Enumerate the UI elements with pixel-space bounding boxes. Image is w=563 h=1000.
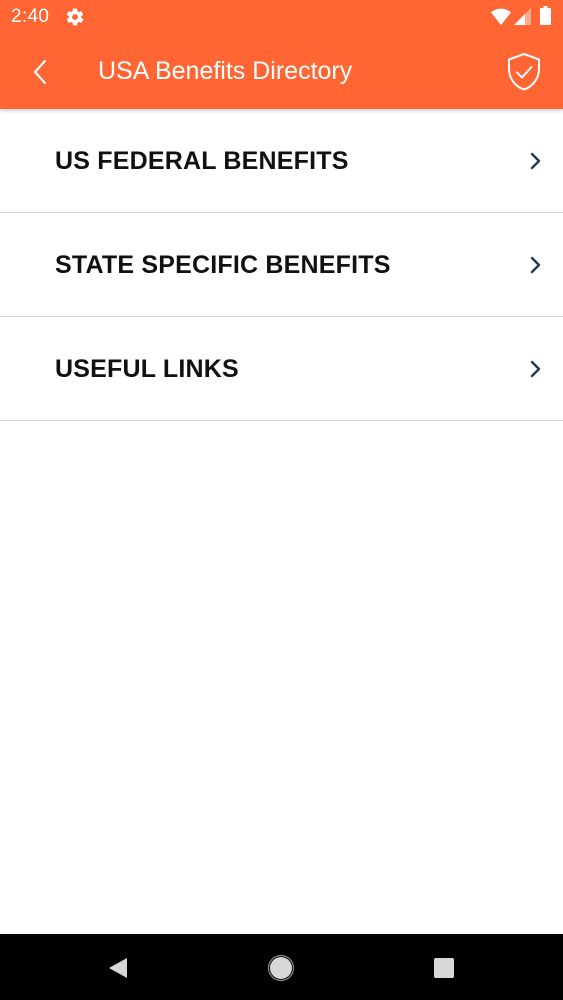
battery-icon — [540, 6, 551, 25]
gear-icon — [66, 8, 84, 26]
chevron-right-icon — [530, 256, 541, 274]
chevron-right-icon — [530, 152, 541, 170]
chevron-right-icon — [530, 360, 541, 378]
back-button[interactable] — [22, 51, 58, 91]
wifi-icon — [491, 8, 511, 25]
menu-item-us-federal-benefits[interactable]: US FEDERAL BENEFITS — [0, 109, 563, 213]
shield-button[interactable] — [503, 50, 545, 92]
menu-item-label: US FEDERAL BENEFITS — [55, 147, 349, 175]
menu-item-useful-links[interactable]: USEFUL LINKS — [0, 317, 563, 421]
menu-item-state-specific-benefits[interactable]: STATE SPECIFIC BENEFITS — [0, 213, 563, 317]
menu-list: US FEDERAL BENEFITS STATE SPECIFIC BENEF… — [0, 109, 563, 421]
shield-check-icon — [508, 52, 540, 91]
cell-signal-icon — [514, 8, 531, 25]
chevron-left-icon — [33, 59, 47, 85]
page-title: USA Benefits Directory — [98, 57, 353, 85]
system-nav-bar — [0, 934, 563, 1000]
nav-back-icon[interactable] — [105, 955, 131, 981]
status-time: 2:40 — [11, 6, 50, 27]
menu-item-label: USEFUL LINKS — [55, 355, 239, 383]
app-bar: USA Benefits Directory — [0, 34, 563, 109]
status-bar: 2:40 — [0, 0, 563, 34]
nav-home-icon[interactable] — [267, 954, 295, 982]
menu-item-label: STATE SPECIFIC BENEFITS — [55, 251, 391, 279]
nav-recents-icon[interactable] — [432, 956, 456, 980]
